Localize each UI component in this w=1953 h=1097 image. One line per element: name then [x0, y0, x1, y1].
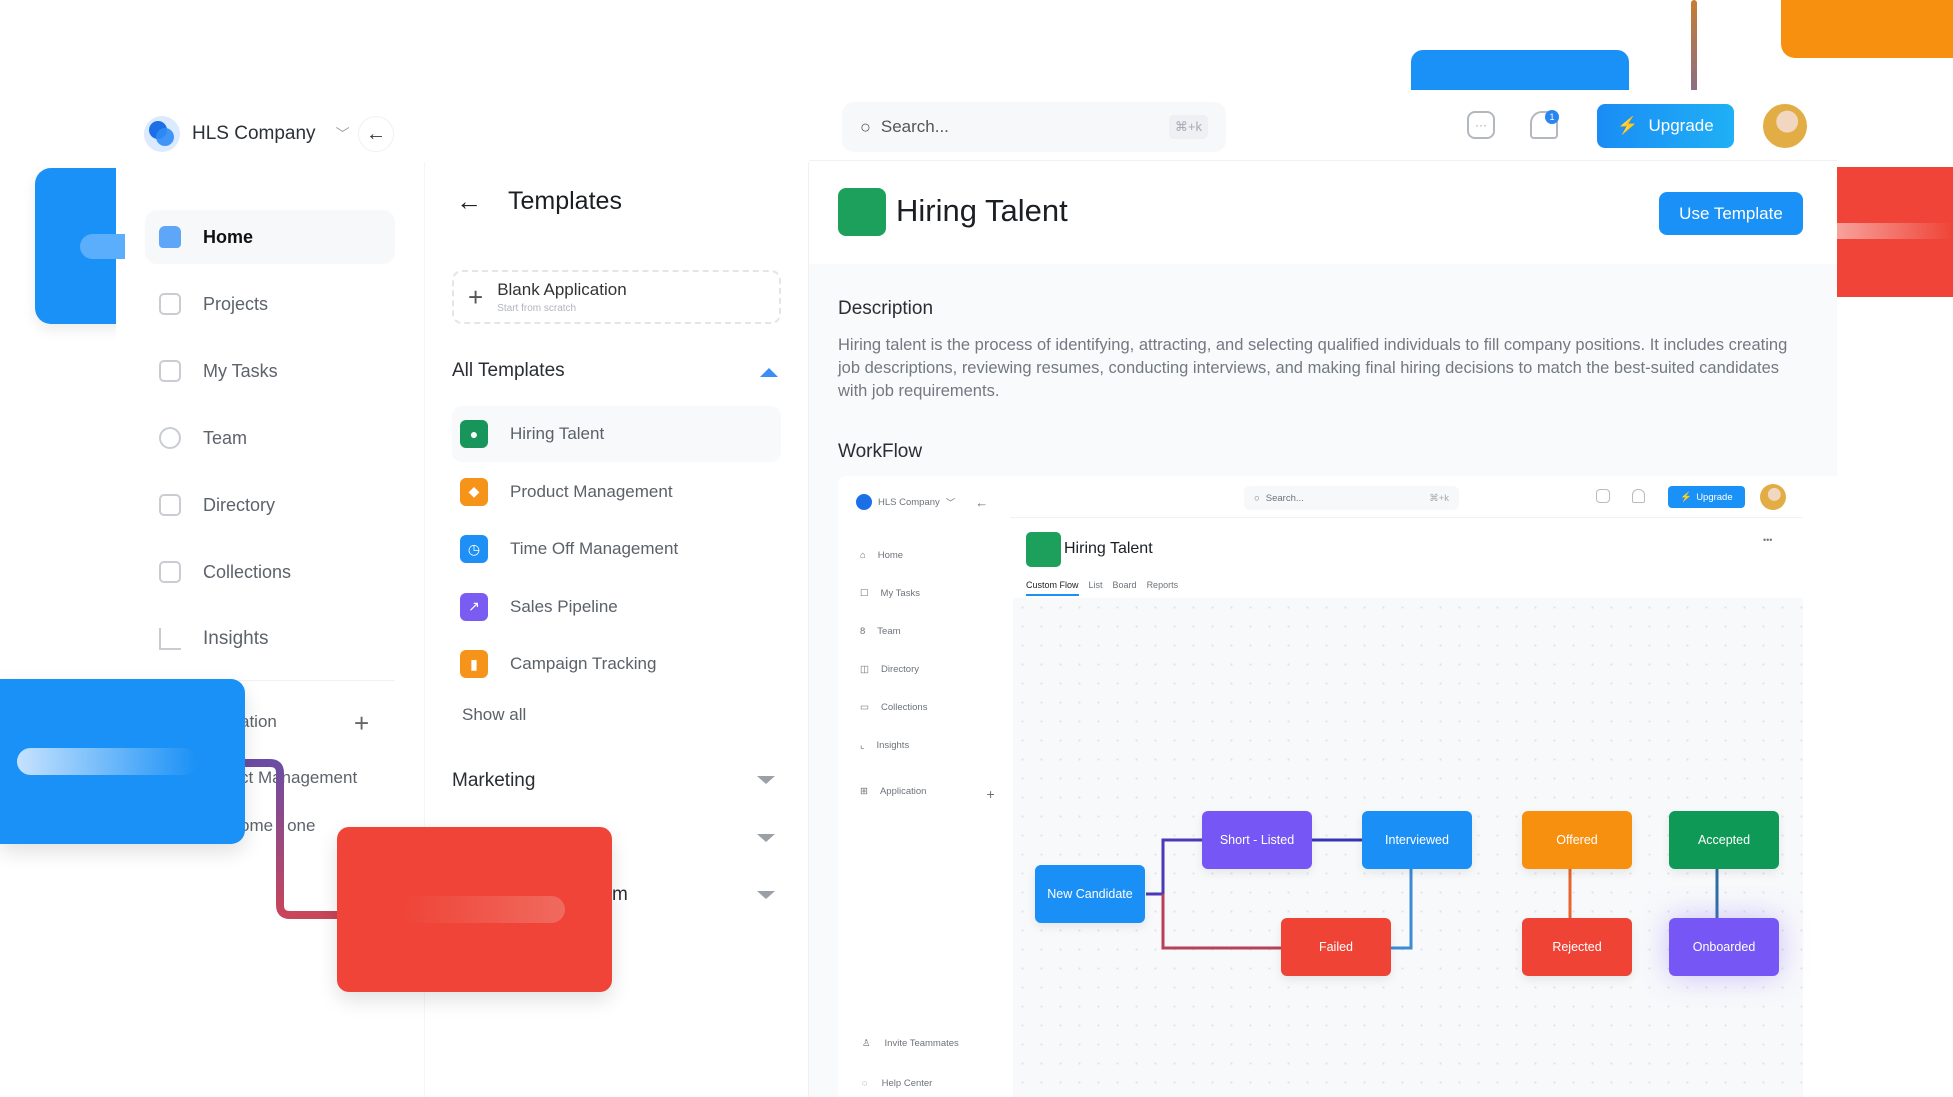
- deco-connector-line: [240, 759, 340, 919]
- deco-highlight-bar: [17, 748, 197, 775]
- deco-highlight-bar: [80, 234, 125, 259]
- deco-highlight-bar: [400, 896, 565, 923]
